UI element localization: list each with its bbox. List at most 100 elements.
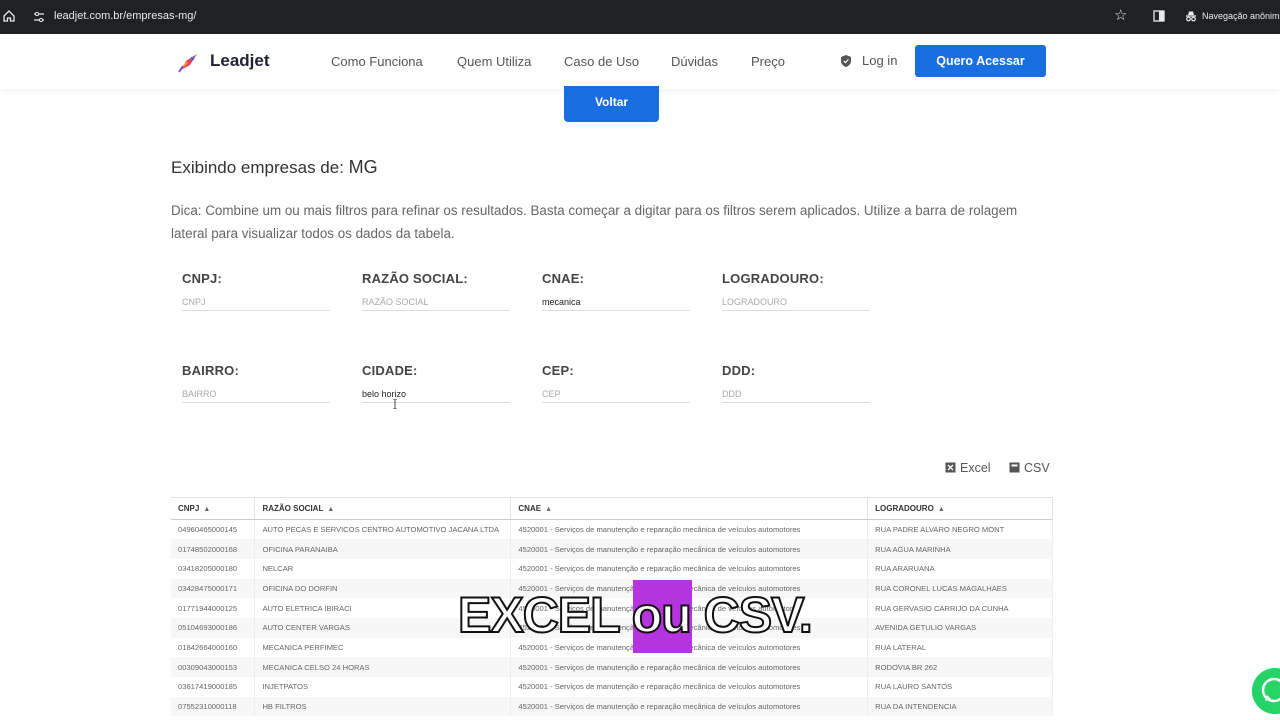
filter-logradouro: LOGRADOURO: [722, 271, 870, 319]
table-row: 03617419000185 INJETPATOS 4520001 - Serviç… [171, 677, 1053, 697]
column-label: CNAE [518, 504, 542, 513]
cell-cnpj: 01842664000160 [171, 637, 256, 658]
filter-label: CEP: [542, 363, 574, 378]
rocket-logo-icon[interactable] [177, 50, 201, 74]
cell-cnpj: 04960465000145 [171, 519, 256, 540]
logradouro-input[interactable] [722, 293, 870, 311]
cell-razao-social: INJETPATOS [254, 677, 512, 697]
cell-cnpj: 05104693000186 [171, 617, 256, 638]
filter-label: BAIRRO: [182, 363, 240, 378]
column-header-logradouro[interactable]: LOGRADOURO ▲ [867, 497, 1053, 520]
cell-cnpj: 00309043000153 [171, 657, 256, 677]
cell-logradouro: RUA ARARUANA [867, 558, 1053, 579]
export-excel-label: Excel [960, 461, 991, 475]
filter-label: RAZÃO SOCIAL: [362, 271, 468, 286]
shield-icon [841, 55, 851, 67]
browser-toolbar: leadjet.com.br/empresas-mg/ ☆ Navegação … [0, 0, 1280, 34]
filter-cnpj: CNPJ: [182, 271, 330, 319]
cell-razao-social: MECANICA CELSO 24 HORAS [254, 657, 512, 677]
site-settings-icon[interactable] [32, 10, 46, 24]
cell-razao-social: AUTO PECAS E SERVICOS CENTRO AUTOMOTIVO … [254, 519, 512, 540]
cnae-input[interactable] [542, 293, 690, 311]
table-row: 00309043000153 MECANICA CELSO 24 HORAS 452… [171, 657, 1053, 677]
cell-logradouro: RUA GERVASIO CARRIJO DA CUNHA [867, 598, 1053, 618]
cell-logradouro: RUA PADRE ALVARO NEGRO MONT [867, 519, 1053, 540]
filter-label: CIDADE: [362, 363, 418, 378]
nav-preco[interactable]: Preço [751, 54, 785, 69]
cell-cnpj: 01771944000125 [171, 598, 256, 618]
filter-razao-social: RAZÃO SOCIAL: [362, 271, 510, 319]
cell-logradouro: RUA LATERAL [867, 637, 1053, 658]
filter-cidade: CIDADE: [362, 363, 510, 411]
sort-up-icon[interactable]: ▲ [203, 506, 210, 513]
cell-cnae: 4520001 - Serviços de manutenção e repar… [510, 558, 869, 579]
page-title-prefix: Exibindo empresas de: [171, 158, 349, 177]
sort-up-icon[interactable]: ▲ [938, 506, 945, 513]
razao-social-input[interactable] [362, 293, 510, 311]
cep-input[interactable] [542, 385, 690, 403]
csv-icon [1009, 462, 1020, 473]
cell-cnpj: 03428475000171 [171, 578, 256, 599]
cell-cnpj: 01748502000168 [171, 539, 256, 559]
table-header-row: CNPJ ▲ RAZÃO SOCIAL ▲ CNAE ▲ LOGRADOURO ▲ [171, 497, 1053, 520]
filter-label: LOGRADOURO: [722, 271, 824, 286]
whatsapp-chat-icon[interactable] [1252, 668, 1280, 714]
cell-logradouro: RUA DA INTENDENCIA [867, 696, 1053, 717]
cell-logradouro: RODOVIA BR 262 [867, 657, 1053, 677]
ddd-input[interactable] [722, 385, 870, 403]
table-row: 03418205000180 NELCAR 4520001 - Serviços d… [171, 558, 1053, 579]
cell-cnae: 4520001 - Serviços de manutenção e repar… [510, 657, 869, 677]
export-csv-button[interactable]: CSV [1009, 461, 1050, 475]
cell-cnae: 4520001 - Serviços de manutenção e repar… [510, 539, 869, 559]
filter-cep: CEP: [542, 363, 690, 411]
cell-logradouro: AVENIDA GETULIO VARGAS [867, 617, 1053, 638]
logo-text[interactable]: Leadjet [210, 51, 270, 71]
cell-logradouro: RUA CORONEL LUCAS MAGALHAES [867, 578, 1053, 599]
home-icon[interactable] [2, 9, 16, 23]
column-label: CNPJ [178, 504, 200, 513]
incognito-label: Navegação anônima [1202, 11, 1280, 21]
column-header-razao-social[interactable]: RAZÃO SOCIAL ▲ [254, 497, 512, 520]
voltar-button[interactable]: Voltar [564, 86, 659, 122]
excel-icon [945, 462, 956, 473]
export-excel-button[interactable]: Excel [945, 461, 991, 475]
cell-logradouro: RUA AGUA MARINHA [867, 539, 1053, 559]
nav-quem-utiliza[interactable]: Quem Utiliza [457, 54, 531, 69]
sort-up-icon[interactable]: ▲ [327, 506, 334, 513]
cell-cnae: 4520001 - Serviços de manutenção e repar… [510, 696, 869, 717]
table-row: 01748502000168 OFICINA PARANAIBA 4520001 -… [171, 539, 1053, 559]
filter-label: DDD: [722, 363, 756, 378]
table-row: 07552310000118 HB FILTROS 4520001 - Serviç… [171, 696, 1053, 717]
column-header-cnpj[interactable]: CNPJ ▲ [171, 497, 256, 520]
side-panel-icon[interactable] [1152, 9, 1166, 23]
page-title: Exibindo empresas de: MG [171, 157, 378, 178]
login-link[interactable]: Log in [862, 53, 897, 68]
nav-caso-de-uso[interactable]: Caso de Uso [564, 54, 639, 69]
address-bar-url[interactable]: leadjet.com.br/empresas-mg/ [54, 10, 196, 22]
incognito-icon[interactable] [1184, 9, 1198, 23]
export-csv-label: CSV [1024, 461, 1050, 475]
cell-logradouro: RUA LAURO SANTOS [867, 677, 1053, 697]
filter-ddd: DDD: [722, 363, 870, 411]
cell-cnpj: 03617419000185 [171, 677, 256, 697]
cidade-input[interactable] [362, 385, 510, 403]
overlay-caption: EXCEL ou CSV. [457, 586, 814, 644]
nav-como-funciona[interactable]: Como Funciona [331, 54, 423, 69]
cnpj-input[interactable] [182, 293, 330, 311]
cell-razao-social: NELCAR [254, 558, 512, 579]
bookmark-star-icon[interactable]: ☆ [1114, 8, 1127, 24]
cell-razao-social: OFICINA PARANAIBA [254, 539, 512, 559]
column-header-cnae[interactable]: CNAE ▲ [510, 497, 869, 520]
site-header: Leadjet Como Funciona Quem Utiliza Caso … [0, 34, 1280, 89]
text-cursor-icon [393, 399, 397, 409]
quero-acessar-button[interactable]: Quero Acessar [915, 45, 1046, 77]
cell-razao-social: HB FILTROS [254, 696, 512, 717]
nav-duvidas[interactable]: Dúvidas [671, 54, 718, 69]
column-label: LOGRADOURO [875, 504, 934, 513]
table-row: 04960465000145 AUTO PECAS E SERVICOS CENT… [171, 519, 1053, 540]
cell-cnae: 4520001 - Serviços de manutenção e repar… [510, 677, 869, 697]
bairro-input[interactable] [182, 385, 330, 403]
cell-cnpj: 07552310000118 [171, 696, 256, 717]
sort-up-icon[interactable]: ▲ [545, 506, 552, 513]
cell-cnpj: 03418205000180 [171, 558, 256, 579]
